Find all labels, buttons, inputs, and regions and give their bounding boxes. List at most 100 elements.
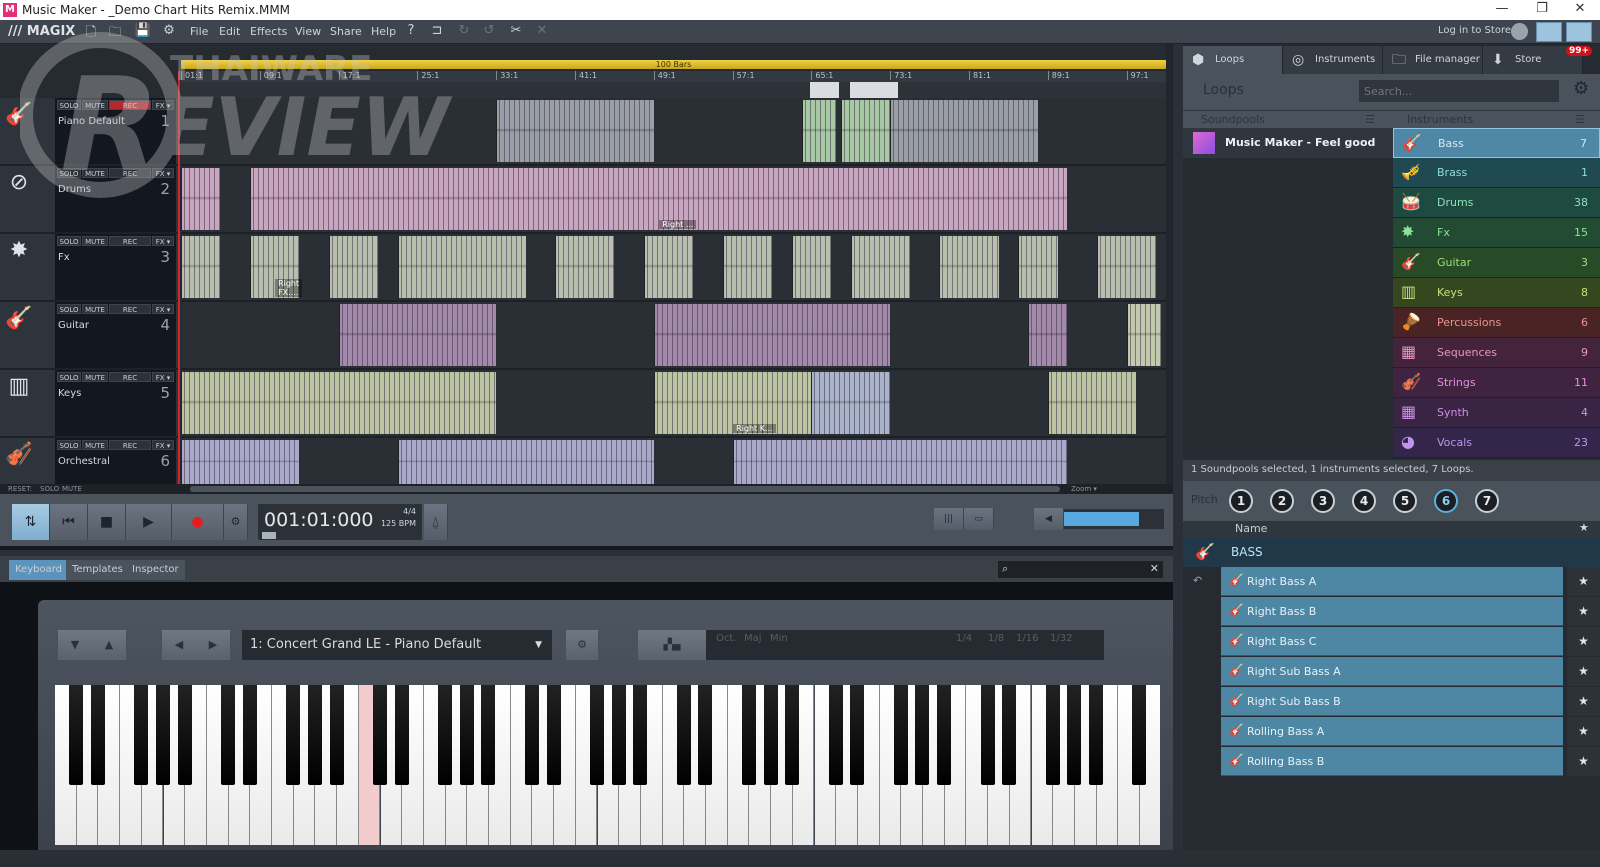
user-avatar-icon[interactable]	[1511, 23, 1528, 40]
pitch-button-2[interactable]: 2	[1270, 489, 1294, 513]
mute-button[interactable]: MUTE	[82, 372, 108, 382]
tab-templates[interactable]: Templates	[66, 560, 129, 580]
black-key[interactable]	[1002, 685, 1017, 785]
mute-button[interactable]: MUTE	[82, 236, 108, 246]
track-lane[interactable]	[181, 98, 1166, 166]
loop-item[interactable]: 🎸 Right Bass C	[1221, 627, 1563, 656]
name-column-header[interactable]: Name	[1235, 522, 1267, 535]
stop-button[interactable]: ■	[88, 504, 126, 540]
audio-clip[interactable]	[1126, 304, 1162, 366]
soundpool-item[interactable]: Music Maker - Feel good	[1183, 128, 1393, 158]
instrument-item-strings[interactable]: 🎻 Strings 11	[1393, 368, 1600, 398]
track-lane[interactable]: Right ...	[181, 166, 1166, 234]
horizontal-scrollbar[interactable]: RESET: SOLO MUTE Zoom ▾	[0, 484, 1173, 494]
login-store-link[interactable]: Log in to Store	[1438, 25, 1511, 36]
favorite-star-icon[interactable]: ★	[1567, 717, 1600, 746]
audio-clip[interactable]	[840, 100, 891, 162]
audio-clip[interactable]	[181, 236, 221, 298]
track-header[interactable]: 🎸 SOLO MUTE REC FX ▾ Piano Default 1	[0, 98, 178, 166]
clear-icon[interactable]: ✕	[1150, 562, 1159, 575]
black-key[interactable]	[893, 685, 908, 785]
black-key[interactable]	[937, 685, 952, 785]
audio-clip[interactable]	[397, 236, 526, 298]
delete-icon[interactable]: ✕	[533, 23, 551, 41]
black-key[interactable]	[134, 685, 149, 785]
loop-item[interactable]: 🎸 Right Bass B	[1221, 597, 1563, 626]
black-key[interactable]	[329, 685, 344, 785]
redo-icon[interactable]: ↻	[455, 23, 473, 41]
help-icon[interactable]: ?	[402, 23, 420, 41]
record-arm-button[interactable]: REC	[109, 168, 151, 178]
audio-clip[interactable]	[732, 440, 1068, 484]
black-key[interactable]	[177, 685, 192, 785]
tab-loops[interactable]: ⬢ Loops	[1183, 46, 1283, 74]
mute-button[interactable]: MUTE	[82, 168, 108, 178]
reset-solo-button[interactable]: SOLO	[40, 485, 59, 493]
loop-item[interactable]: 🎸 Rolling Bass A	[1221, 717, 1563, 746]
track-header[interactable]: ▥ SOLO MUTE REC FX ▾ Keys 5	[0, 370, 178, 438]
tab-keyboard[interactable]: Keyboard	[9, 560, 69, 580]
audio-clip[interactable]	[555, 236, 615, 298]
black-key[interactable]	[850, 685, 865, 785]
thirtysecond-label[interactable]: 1/32	[1050, 633, 1072, 644]
loop-button[interactable]: ⇅	[12, 504, 50, 540]
audio-clip[interactable]	[643, 236, 694, 298]
maximize-button[interactable]: ❐	[1524, 1, 1560, 19]
audio-clip[interactable]	[1097, 236, 1157, 298]
black-key[interactable]	[155, 685, 170, 785]
black-key[interactable]	[1067, 685, 1082, 785]
black-key[interactable]	[698, 685, 713, 785]
solo-button[interactable]: SOLO	[57, 304, 81, 314]
audio-clip[interactable]	[811, 372, 891, 434]
loops-search-input[interactable]	[1359, 80, 1559, 102]
scroll-thumb[interactable]	[190, 486, 1060, 492]
track-name[interactable]: Piano Default	[58, 116, 125, 127]
black-key[interactable]	[676, 685, 691, 785]
pitch-button-3[interactable]: 3	[1311, 489, 1335, 513]
audio-clip[interactable]	[1028, 304, 1068, 366]
favorite-column-icon[interactable]: ★	[1579, 521, 1589, 534]
solo-button[interactable]: SOLO	[57, 440, 81, 450]
tab-instruments[interactable]: ◎ Instruments	[1283, 46, 1383, 74]
solo-button[interactable]: SOLO	[57, 372, 81, 382]
black-key[interactable]	[828, 685, 843, 785]
rewind-button[interactable]: ⏮	[50, 504, 88, 540]
preset-dropdown[interactable]: 1: Concert Grand LE - Piano Default ▼	[242, 630, 552, 660]
bass-guitar-icon[interactable]: 🎸	[4, 102, 34, 132]
instrument-item-keys[interactable]: ▥ Keys 8	[1393, 278, 1600, 308]
track-lane[interactable]: Right K...	[181, 370, 1166, 438]
audio-clip[interactable]	[791, 236, 832, 298]
audio-clip[interactable]: Right ...	[249, 168, 1068, 230]
pitch-button-5[interactable]: 5	[1393, 489, 1417, 513]
loop-item[interactable]: 🎸 Rolling Bass B	[1221, 747, 1563, 776]
track-header[interactable]: ⊘ SOLO MUTE REC FX ▾ Drums 2	[0, 166, 178, 234]
favorite-star-icon[interactable]: ★	[1567, 747, 1600, 776]
menu-help[interactable]: Help	[371, 25, 396, 38]
play-button[interactable]: ▶	[126, 504, 172, 540]
track-name[interactable]: Guitar	[58, 320, 89, 331]
mute-button[interactable]: MUTE	[82, 100, 108, 110]
layout-horizontal-button[interactable]	[1536, 22, 1562, 42]
instrument-item-drums[interactable]: 🥁 Drums 38	[1393, 188, 1600, 218]
solo-button[interactable]: SOLO	[57, 236, 81, 246]
fx-button[interactable]: FX ▾	[152, 100, 174, 110]
record-arm-button[interactable]: REC	[109, 304, 151, 314]
black-key[interactable]	[785, 685, 800, 785]
record-settings-icon[interactable]: ⚙	[224, 504, 248, 540]
track-name[interactable]: Fx	[58, 252, 70, 263]
loop-item[interactable]: 🎸 Right Sub Bass B	[1221, 687, 1563, 716]
sixteenth-label[interactable]: 1/16	[1016, 633, 1038, 644]
track-header[interactable]: ✸ SOLO MUTE REC FX ▾ Fx 3	[0, 234, 178, 302]
record-arm-button[interactable]: REC	[109, 100, 151, 110]
black-key[interactable]	[611, 685, 626, 785]
menu-view[interactable]: View	[295, 25, 321, 38]
pitch-button-1[interactable]: 1	[1229, 489, 1253, 513]
black-key[interactable]	[438, 685, 453, 785]
guitar-icon[interactable]: 🎸	[4, 306, 34, 336]
mouse-mode-icon[interactable]: ⊐	[428, 23, 446, 41]
record-arm-button[interactable]: REC	[109, 372, 151, 382]
prev-preset-button[interactable]: ◀	[162, 630, 196, 660]
audio-clip[interactable]	[397, 440, 654, 484]
black-key[interactable]	[307, 685, 322, 785]
audio-clip[interactable]	[653, 304, 891, 366]
